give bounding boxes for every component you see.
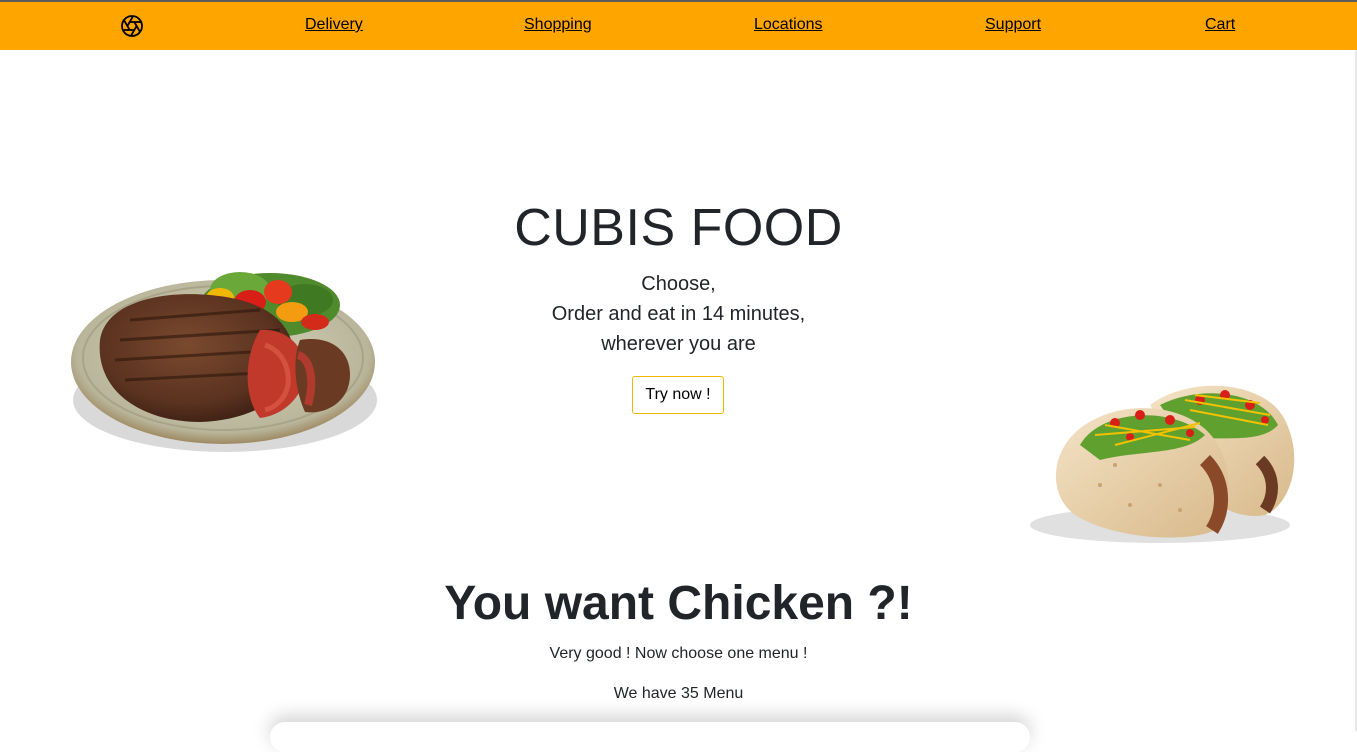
nav-link-cart[interactable]: Cart (1205, 16, 1235, 34)
nav-link-support[interactable]: Support (985, 16, 1041, 34)
hero-line-order: Order and eat in 14 minutes, (551, 303, 806, 325)
menu-count-text: We have 35 Menu (613, 685, 744, 702)
nav-link-locations[interactable]: Locations (754, 16, 823, 34)
hero-line-choose: Choose, (641, 273, 716, 295)
nav-link-shopping[interactable]: Shopping (524, 16, 592, 34)
menu-section-title: You want Chicken ?! (444, 577, 913, 630)
try-now-button[interactable]: Try now ! (632, 376, 724, 414)
menu-section-subtitle: Very good ! Now choose one menu ! (549, 645, 808, 662)
hero-title: CUBIS FOOD (514, 199, 843, 257)
aperture-icon[interactable] (120, 14, 144, 38)
nav-link-delivery[interactable]: Delivery (305, 16, 363, 34)
tacos-image (1030, 385, 1295, 543)
hero-line-wherever: wherever you are (601, 333, 756, 355)
top-navbar: Delivery Shopping Locations Support Cart (0, 2, 1357, 50)
menu-card-top-edge (270, 722, 1030, 752)
